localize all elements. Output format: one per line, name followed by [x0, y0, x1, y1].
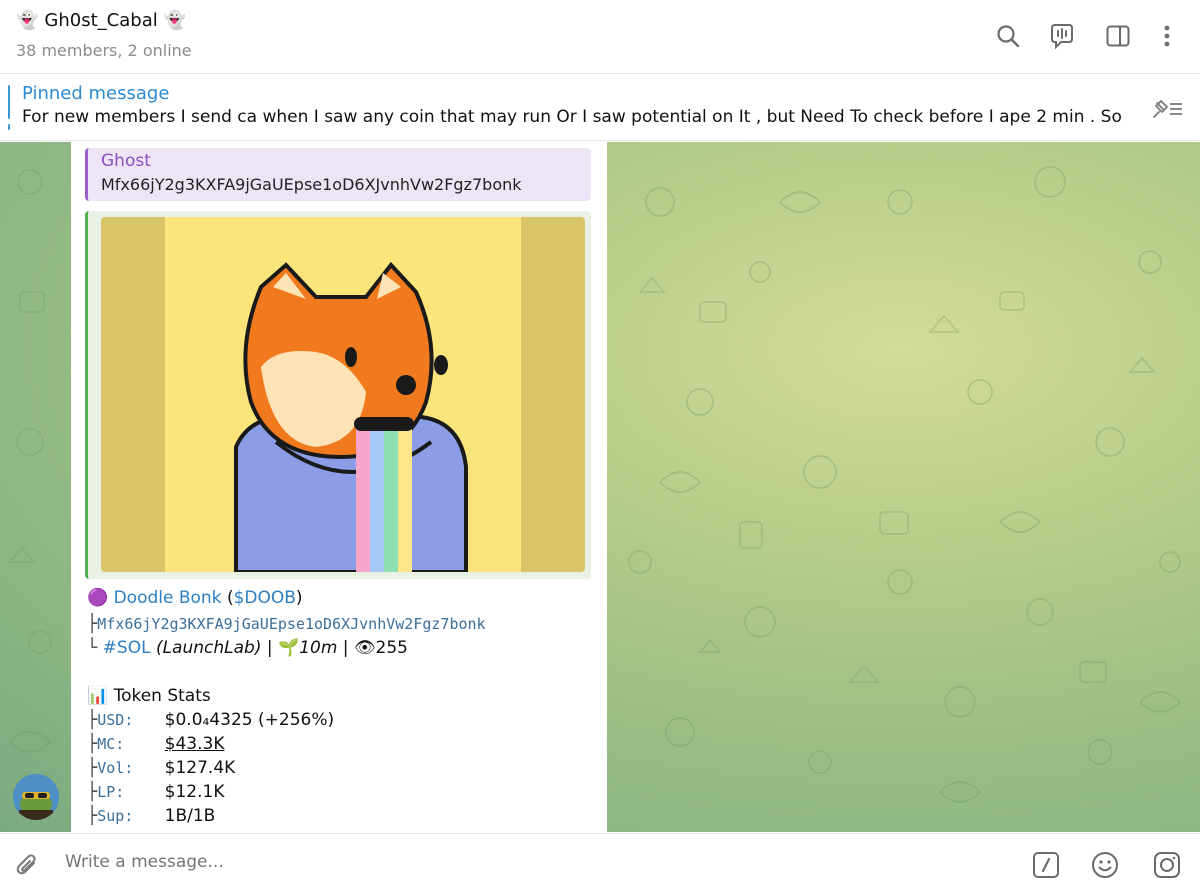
camera-icon[interactable] [1150, 848, 1184, 882]
chain-hashtag[interactable]: #SOL [103, 638, 151, 658]
stat-key: Sup: [97, 807, 134, 825]
stat-value: 1B/1B [164, 806, 216, 826]
stat-row-sup: ├Sup: 1B/1B [87, 806, 597, 826]
message-bubble[interactable]: Ghost Mfx66jY2g3KXFA9jGaUEpse1oD6XJvnhVw… [71, 142, 607, 832]
separator-1: | [266, 638, 273, 658]
launchpad: (LaunchLab) [155, 638, 262, 658]
stat-row-mc: ├MC: $43.3K [87, 734, 597, 754]
chat-header: 👻 Gh0st_Cabal 👻 38 members, 2 online [0, 0, 1200, 74]
member-count: 38 members, 2 online [16, 41, 192, 60]
ticker-open: ( [226, 588, 234, 608]
pinned-list-icon[interactable] [1146, 95, 1186, 123]
message-input[interactable] [65, 852, 965, 872]
chain-line: └ #SOL (LaunchLab) | 🌱10m | 👁255 [87, 638, 597, 658]
ghost-emoji-left: 👻 [16, 10, 39, 31]
ticker-close: ) [295, 588, 303, 608]
token-header-line: 🟣 Doodle Bonk ($DOOB) [87, 588, 597, 608]
emoji-icon[interactable] [1088, 848, 1122, 882]
stats-title: Token Stats [113, 686, 211, 706]
chat-title-row[interactable]: 👻 Gh0st_Cabal 👻 [16, 10, 186, 31]
tree-end: └ [87, 638, 98, 658]
contract-line: ├Mfx66jY2g3KXFA9jGaUEpse1oD6XJvnhVw2Fgz7… [87, 614, 597, 634]
ticker-link[interactable]: $DOOB [234, 588, 296, 608]
contract-address[interactable]: Mfx66jY2g3KXFA9jGaUEpse1oD6XJvnhVw2Fgz7b… [97, 615, 485, 633]
stats-title-line: 📊 Token Stats [87, 686, 597, 706]
pinned-indicator-secondary [8, 124, 10, 130]
stat-row-usd: ├USD: $0.0₄4325 (+256%) [87, 710, 597, 730]
sender-avatar[interactable] [13, 774, 59, 820]
bot-commands-icon[interactable] [1029, 848, 1063, 882]
pinned-label: Pinned message [22, 83, 170, 104]
pinned-message-bar[interactable]: Pinned message For new members I send ca… [0, 75, 1200, 141]
attach-icon[interactable] [10, 848, 44, 882]
tree-branch: ├ [87, 758, 98, 778]
stat-value: $12.1K [164, 782, 225, 802]
tree-branch: ├ [87, 710, 98, 730]
tree-branch: ├ [87, 782, 98, 802]
token-age: 10m [299, 638, 338, 658]
reply-author: Ghost [101, 151, 151, 171]
stat-value: $127.4K [164, 758, 236, 778]
tree-branch: ├ [87, 806, 98, 826]
stat-change: (+256%) [258, 710, 335, 730]
sidebar-toggle-icon[interactable] [1104, 22, 1132, 50]
more-icon[interactable] [1153, 22, 1181, 50]
ghost-emoji-right: 👻 [163, 10, 187, 31]
tree-branch: ├ [87, 734, 98, 754]
chat-area[interactable]: Ghost Mfx66jY2g3KXFA9jGaUEpse1oD6XJvnhVw… [0, 142, 1200, 832]
stat-value: $0.0₄4325 [164, 710, 253, 730]
reply-quote[interactable]: Ghost Mfx66jY2g3KXFA9jGaUEpse1oD6XJvnhVw… [85, 148, 591, 201]
token-image[interactable] [101, 217, 585, 572]
pinned-text: For new members I send ca when I saw any… [22, 107, 1122, 127]
token-emoji: 🟣 [87, 588, 109, 608]
voice-chat-icon[interactable] [1048, 22, 1076, 50]
separator-2: | [342, 638, 349, 658]
search-icon[interactable] [994, 22, 1022, 50]
stat-row-lp: ├LP: $12.1K [87, 782, 597, 802]
stat-value-link[interactable]: $43.3K [165, 734, 225, 754]
stat-row-vol: ├Vol: $127.4K [87, 758, 597, 778]
stat-key: LP: [97, 783, 125, 801]
stat-key: USD: [97, 711, 134, 729]
views-emoji: 👁 [353, 638, 376, 658]
pinned-indicator [8, 85, 10, 119]
tree-branch: ├ [87, 614, 98, 634]
age-emoji: 🌱 [278, 638, 300, 658]
message-composer [0, 833, 1200, 893]
stat-key: Vol: [97, 759, 134, 777]
link-preview[interactable] [85, 211, 591, 579]
reply-text: Mfx66jY2g3KXFA9jGaUEpse1oD6XJvnhVw2Fgz7b… [101, 175, 522, 194]
token-name-link[interactable]: Doodle Bonk [114, 588, 222, 608]
stat-key: MC: [97, 735, 125, 753]
chat-title: Gh0st_Cabal [44, 10, 158, 31]
chart-emoji: 📊 [87, 686, 109, 706]
view-count: 255 [375, 638, 408, 658]
